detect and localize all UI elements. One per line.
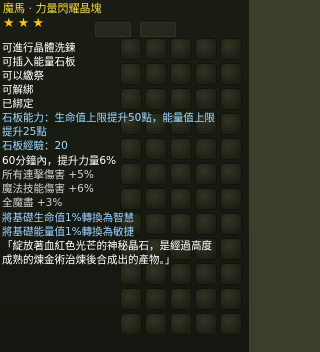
item-title: 魔馬 · 力量閃耀晶塊: [3, 2, 102, 15]
description-line1: 「綻放著血紅色光芒的神秘晶石，是經過高度: [2, 240, 212, 252]
stone-effect-line1: 石板能力：生命值上限提升50點，能量值上限: [2, 112, 215, 124]
flag-stone-insertable: 可插入能量石板: [2, 56, 76, 68]
stat-magic-damage: 魔法技能傷害 +6%: [2, 183, 94, 195]
flag-unbindable: 可解綁: [2, 84, 34, 96]
star-icon: ★: [3, 16, 15, 31]
power-buff: 60分鐘內，提升力量6%: [2, 155, 117, 167]
star-icon: ★: [32, 16, 44, 31]
stat-all-magic: 全魔盡 +3%: [2, 197, 63, 209]
flag-sacrificeable: 可以繳祭: [2, 70, 44, 82]
stat-combo-damage: 所有連擊傷害 +5%: [2, 169, 94, 181]
item-tooltip: 魔馬 · 力量閃耀晶塊 ★ ★ ★ 可進行晶體洗鍊 可插入能量石板 可以繳祭 可…: [0, 0, 249, 352]
flag-refinable: 可進行晶體洗鍊: [2, 42, 76, 54]
conversion-mp-agi: 將基礎能量值1%轉換為敏捷: [2, 226, 135, 238]
flag-bound: 已綁定: [2, 98, 34, 110]
star-icon: ★: [17, 16, 30, 31]
stone-exp: 石板經驗：20: [2, 140, 68, 152]
item-star-rating: ★ ★ ★: [3, 17, 44, 30]
description-line2: 成熟的煉金術治煉後合成出的產物。」: [2, 254, 176, 266]
stone-effect-line2: 提升25點: [2, 126, 47, 138]
conversion-hp-int: 將基礎生命值1%轉換為智慧: [2, 212, 135, 224]
